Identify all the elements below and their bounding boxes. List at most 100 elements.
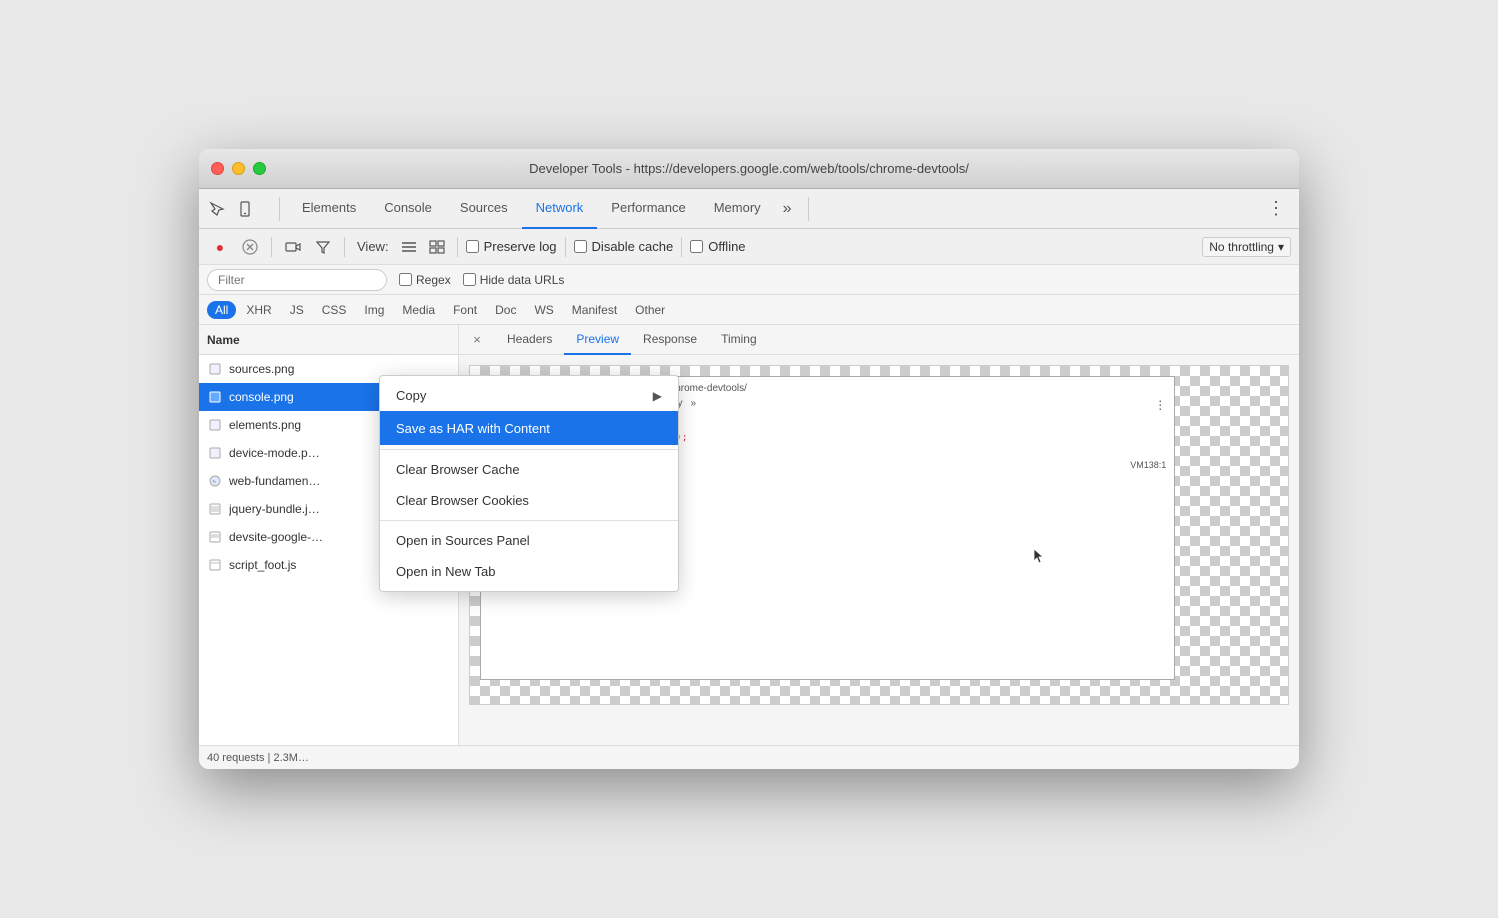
tab-console[interactable]: Console [370, 189, 446, 229]
tab-memory[interactable]: Memory [700, 189, 775, 229]
mobile-icon[interactable] [235, 199, 255, 219]
filter-button[interactable] [310, 234, 336, 260]
record-icon: ● [216, 239, 224, 255]
file-icon-elements [207, 419, 223, 431]
detail-tabs: × Headers Preview Response Timing [459, 325, 1299, 355]
detail-tab-preview[interactable]: Preview [564, 325, 631, 355]
type-filter-doc[interactable]: Doc [487, 301, 524, 319]
disable-cache-checkbox[interactable] [574, 240, 587, 253]
toolbar-sep-5 [681, 237, 682, 257]
throttle-chevron-icon: ▾ [1278, 240, 1284, 254]
context-menu: Copy ▶ Save as HAR with Content Clear Br… [379, 375, 679, 592]
close-button[interactable] [211, 162, 224, 175]
file-icon-web-fund [207, 475, 223, 487]
hide-data-checkbox-group[interactable]: Hide data URLs [463, 273, 565, 287]
tab-bar-separator-1 [279, 197, 280, 221]
content-area: Name sources.png console.png [199, 325, 1299, 745]
throttle-dropdown[interactable]: No throttling ▾ [1202, 237, 1291, 257]
detail-tab-response[interactable]: Response [631, 325, 709, 355]
ctx-open-sources[interactable]: Open in Sources Panel [380, 525, 678, 556]
detail-tab-headers[interactable]: Headers [495, 325, 564, 355]
type-filter-xhr[interactable]: XHR [238, 301, 279, 319]
video-icon [285, 239, 301, 255]
toolbar: ● View: [199, 229, 1299, 265]
list-view-button[interactable] [397, 235, 421, 259]
ctx-separator-2 [380, 520, 678, 521]
file-name-jquery: jquery-bundle.j… [229, 502, 320, 516]
file-list-header: Name [199, 325, 458, 355]
title-bar: Developer Tools - https://developers.goo… [199, 149, 1299, 189]
stop-button[interactable] [237, 234, 263, 260]
tab-more-button[interactable]: » [775, 200, 800, 218]
ctx-clear-cookies[interactable]: Clear Browser Cookies [380, 485, 678, 516]
offline-label: Offline [708, 239, 745, 254]
preview-more-tab: » [691, 398, 697, 412]
tab-bar-separator-2 [808, 197, 809, 221]
maximize-button[interactable] [253, 162, 266, 175]
file-name-sources: sources.png [229, 362, 294, 376]
toolbar-sep-4 [565, 237, 566, 257]
type-filter-css[interactable]: CSS [314, 301, 355, 319]
record-button[interactable]: ● [207, 234, 233, 260]
type-filter-font[interactable]: Font [445, 301, 485, 319]
regex-checkbox[interactable] [399, 273, 412, 286]
toolbar-sep-2 [344, 237, 345, 257]
file-name-script-foot: script_foot.js [229, 558, 296, 572]
preserve-log-checkbox[interactable] [466, 240, 479, 253]
tab-elements[interactable]: Elements [288, 189, 370, 229]
hide-data-checkbox[interactable] [463, 273, 476, 286]
toolbar-sep-1 [271, 237, 272, 257]
detail-tab-timing[interactable]: Timing [709, 325, 769, 355]
ctx-clear-cookies-label: Clear Browser Cookies [396, 493, 529, 508]
type-filter-other[interactable]: Other [627, 301, 673, 319]
disable-cache-checkbox-group[interactable]: Disable cache [574, 239, 674, 254]
ctx-separator-1 [380, 449, 678, 450]
type-filter-ws[interactable]: WS [526, 301, 561, 319]
tab-bar-icons [207, 199, 255, 219]
regex-checkbox-group[interactable]: Regex [399, 273, 451, 287]
minimize-button[interactable] [232, 162, 245, 175]
type-filter-all[interactable]: All [207, 301, 236, 319]
grid-view-button[interactable] [425, 235, 449, 259]
ctx-open-new-tab[interactable]: Open in New Tab [380, 556, 678, 587]
video-button[interactable] [280, 234, 306, 260]
inspector-icon[interactable] [207, 199, 227, 219]
ctx-save-har-label: Save as HAR with Content [396, 421, 550, 436]
tab-network[interactable]: Network [522, 189, 598, 229]
filter-bar: Regex Hide data URLs [199, 265, 1299, 295]
file-icon-jquery [207, 503, 223, 515]
type-filter-media[interactable]: Media [394, 301, 443, 319]
tab-sources[interactable]: Sources [446, 189, 522, 229]
list-view-icon [401, 240, 417, 254]
ctx-copy[interactable]: Copy ▶ [380, 380, 678, 411]
devtools-menu-button[interactable]: ⋮ [1261, 198, 1291, 219]
file-name-devsite: devsite-google-… [229, 530, 323, 544]
status-label: 40 requests | 2.3M… [207, 752, 309, 764]
status-bar: 40 requests | 2.3M… [199, 745, 1299, 769]
filter-icon [316, 240, 330, 254]
offline-checkbox-group[interactable]: Offline [690, 239, 745, 254]
ctx-save-har[interactable]: Save as HAR with Content [380, 411, 678, 445]
regex-label: Regex [416, 273, 451, 287]
file-icon-script-foot [207, 559, 223, 571]
window-title: Developer Tools - https://developers.goo… [529, 161, 969, 176]
tab-performance[interactable]: Performance [597, 189, 699, 229]
devtools-body: Elements Console Sources Network Perform… [199, 189, 1299, 769]
detail-close-button[interactable]: × [467, 330, 487, 350]
grid-view-icon [429, 240, 445, 254]
type-filter-img[interactable]: Img [356, 301, 392, 319]
file-icon-sources [207, 363, 223, 375]
devtools-window: Developer Tools - https://developers.goo… [199, 149, 1299, 769]
ctx-open-sources-label: Open in Sources Panel [396, 533, 530, 548]
type-filter-manifest[interactable]: Manifest [564, 301, 625, 319]
file-icon-device-mode [207, 447, 223, 459]
type-filter-bar: All XHR JS CSS Img Media Font Doc WS Man… [199, 295, 1299, 325]
filter-input[interactable] [207, 269, 387, 291]
ctx-copy-label: Copy [396, 388, 426, 403]
offline-checkbox[interactable] [690, 240, 703, 253]
preserve-log-checkbox-group[interactable]: Preserve log [466, 239, 557, 254]
ctx-open-new-tab-label: Open in New Tab [396, 564, 496, 579]
ctx-clear-cache[interactable]: Clear Browser Cache [380, 454, 678, 485]
tab-bar: Elements Console Sources Network Perform… [199, 189, 1299, 229]
type-filter-js[interactable]: JS [282, 301, 312, 319]
